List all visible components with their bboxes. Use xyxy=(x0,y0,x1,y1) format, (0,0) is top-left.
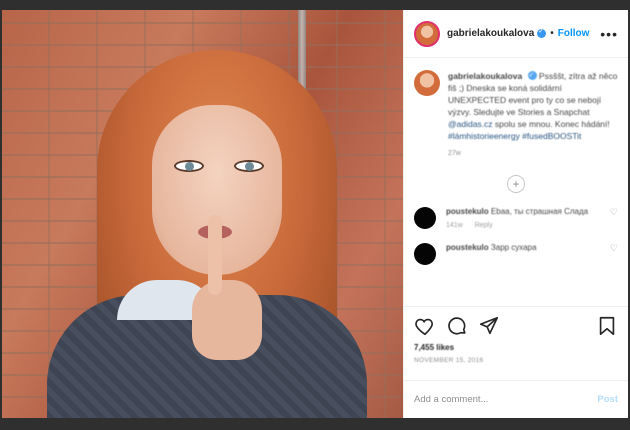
post-button[interactable]: Post xyxy=(597,394,618,405)
follow-button[interactable]: Follow xyxy=(558,28,590,39)
caption-avatar[interactable] xyxy=(414,70,440,96)
reply-button[interactable]: Reply xyxy=(475,222,493,229)
comment-text-block: poustekulo Зарр сухара xyxy=(446,243,604,252)
comment-icon[interactable] xyxy=(446,315,468,337)
comment-text-block: poustekulo Ebaa, ты страшная Слада 141w … xyxy=(446,207,604,229)
comment-text: Зарр сухара xyxy=(490,243,537,252)
post-photo[interactable] xyxy=(2,10,403,418)
verified-icon xyxy=(527,69,537,81)
photo-hand xyxy=(192,280,262,360)
caption-text-block: gabrielakoukalova Pssššt, zítra až něco … xyxy=(448,69,618,142)
heart-icon[interactable]: ♡ xyxy=(610,243,618,254)
comment-avatar[interactable] xyxy=(414,207,436,229)
comment-username[interactable]: poustekulo xyxy=(446,207,489,216)
caption-text-2: spolu se mnou. Konec hádání! xyxy=(494,119,610,129)
caption-mention[interactable]: @adidas.cz xyxy=(448,119,493,129)
add-comment-bar: Post xyxy=(404,380,628,418)
likes-count[interactable]: 7,455 likes xyxy=(414,343,618,352)
photo-finger xyxy=(208,215,222,295)
post-date: NOVEMBER 15, 2016 xyxy=(414,357,484,364)
comments-section[interactable]: gabrielakoukalova Pssššt, zítra až něco … xyxy=(404,58,628,306)
comment-meta: 141w Reply xyxy=(446,222,604,229)
post-header: gabrielakoukalova • Follow ••• xyxy=(404,10,628,58)
caption: gabrielakoukalova Pssššt, zítra až něco … xyxy=(414,69,618,142)
header-username[interactable]: gabrielakoukalova xyxy=(447,28,534,39)
photo-eye-left xyxy=(174,160,204,172)
avatar[interactable] xyxy=(414,20,440,47)
caption-username[interactable]: gabrielakoukalova xyxy=(448,71,522,81)
header-separator: • xyxy=(550,28,554,39)
heart-icon[interactable]: ♡ xyxy=(610,207,618,218)
photo-eye-right xyxy=(234,160,264,172)
more-icon[interactable]: ••• xyxy=(600,26,618,42)
caption-hashtags[interactable]: #lámhistorieenergy #fusedBOOSTit xyxy=(448,131,581,141)
list-item: poustekulo Ebaa, ты страшная Слада 141w … xyxy=(414,207,618,229)
action-icons xyxy=(414,315,618,337)
verified-icon xyxy=(537,27,547,38)
heart-icon[interactable] xyxy=(414,315,436,337)
comment-avatar[interactable] xyxy=(414,243,436,265)
comment-time: 141w xyxy=(446,222,463,229)
list-item: poustekulo Зарр сухара ♡ xyxy=(414,243,618,265)
caption-time: 27w xyxy=(448,150,461,157)
share-icon[interactable] xyxy=(478,315,500,337)
comment-text: Ebaa, ты страшная Слада xyxy=(490,207,589,216)
comment-username[interactable]: poustekulo xyxy=(446,243,489,252)
post-actions: 7,455 likes NOVEMBER 15, 2016 xyxy=(404,306,628,380)
post-modal: gabrielakoukalova • Follow ••• gabrielak… xyxy=(2,10,628,418)
comment-input[interactable] xyxy=(414,394,598,405)
plus-circle-icon[interactable]: + xyxy=(507,175,525,193)
post-side-panel: gabrielakoukalova • Follow ••• gabrielak… xyxy=(403,10,628,418)
bookmark-icon[interactable] xyxy=(596,315,618,337)
